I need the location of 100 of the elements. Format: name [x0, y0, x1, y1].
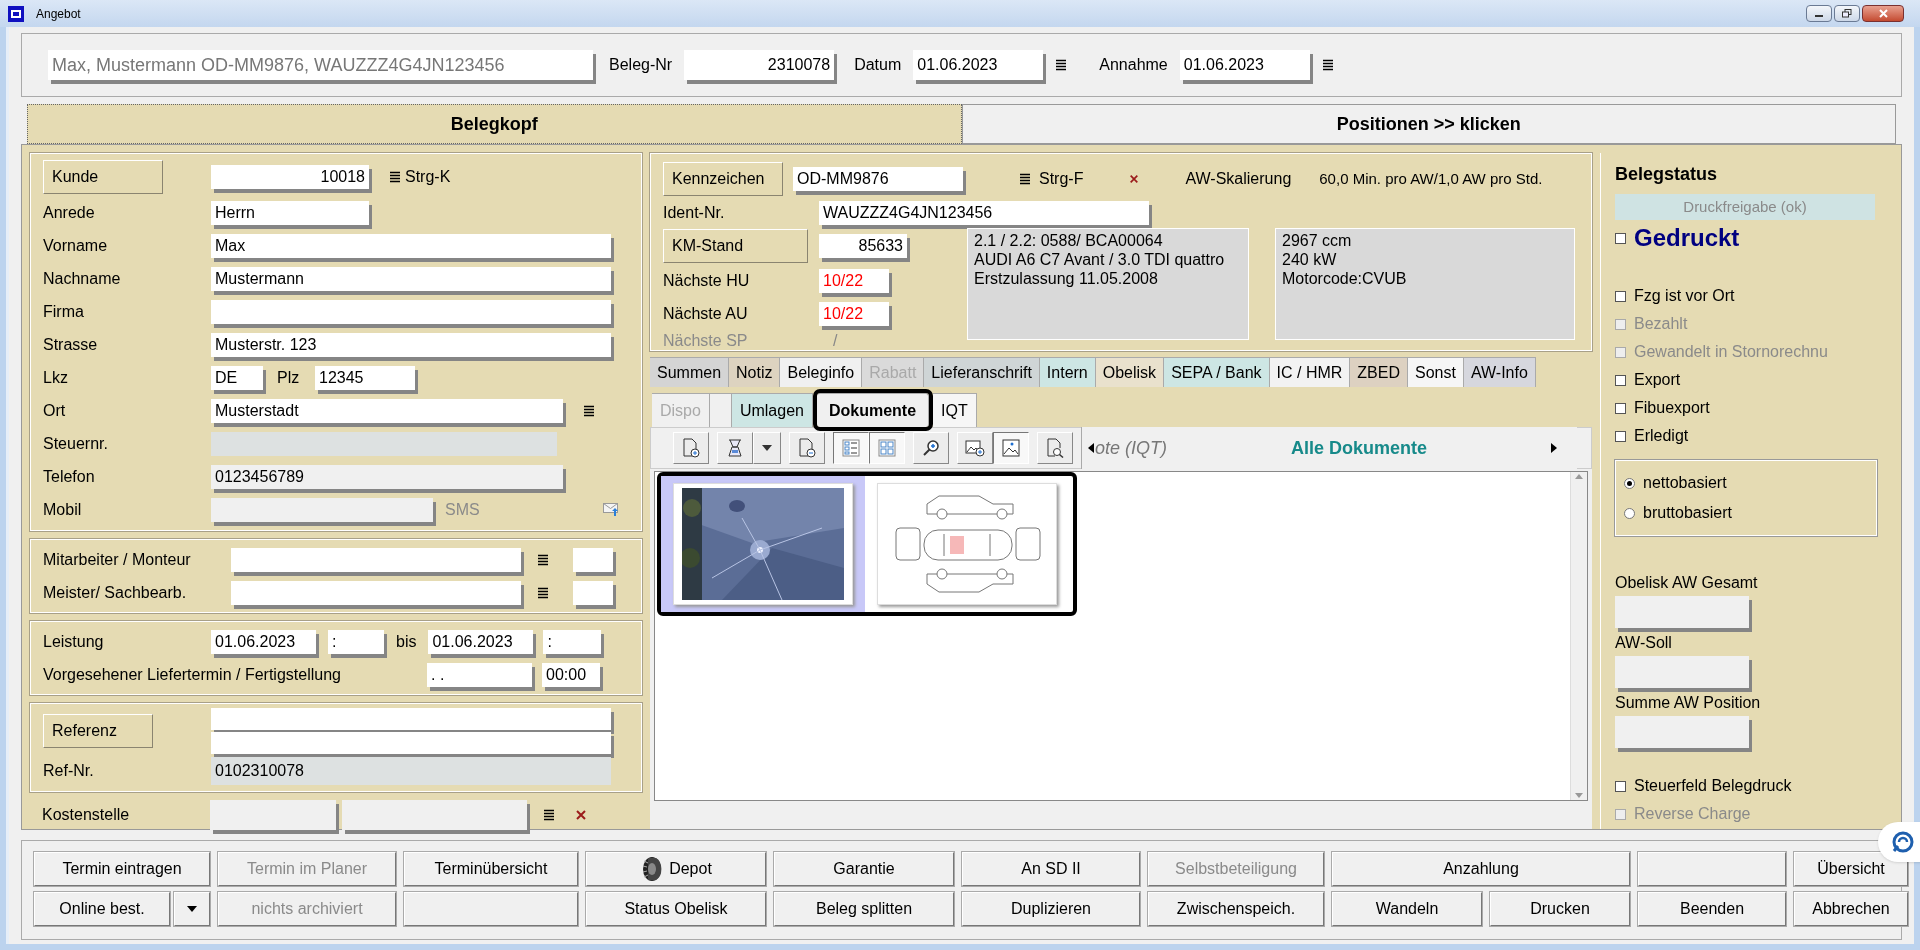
close-icon[interactable] [575, 809, 587, 821]
action-button[interactable]: Übersicht [1794, 852, 1908, 886]
checkbox[interactable] [1615, 290, 1626, 302]
checkbox-label: Fzg ist vor Ort [1634, 286, 1735, 306]
tab[interactable]: ZBED [1350, 357, 1408, 387]
restore-button[interactable] [1834, 5, 1860, 22]
chat-icon [1891, 830, 1915, 854]
field-label: Vorgesehener Liefertermin / Fertigstellung [43, 664, 342, 685]
field-label: Anrede [43, 202, 96, 223]
field-label: Steuernr. [43, 433, 109, 454]
action-button[interactable]: Depot [586, 852, 766, 886]
document-view-title: Alle Dokumente [1291, 436, 1427, 460]
previous-arrow-icon[interactable] [1088, 443, 1094, 453]
tab[interactable]: Sonst [1408, 357, 1464, 387]
field-label: Ident-Nr. [663, 203, 726, 223]
tab[interactable]: IC / HMR [1269, 357, 1351, 387]
field-label: Nächste SP [663, 331, 749, 351]
field-label: AW-Soll [1615, 633, 1673, 653]
list-icon[interactable] [537, 553, 549, 566]
tab[interactable]: IQT [933, 393, 977, 427]
tab[interactable]: SEPA / Bank [1164, 357, 1270, 387]
field-label: Vorname [43, 235, 109, 256]
close-button[interactable] [1862, 5, 1904, 22]
help-bubble[interactable] [1878, 822, 1920, 862]
add-page-icon [682, 438, 700, 458]
list-icon[interactable] [537, 586, 549, 599]
list-icon[interactable] [543, 809, 555, 821]
radio-button[interactable] [1624, 507, 1635, 519]
action-button[interactable]: Beleg splitten [774, 892, 954, 926]
field-label: Leistung [43, 631, 105, 652]
shortcut-label: Strg-K [405, 167, 451, 187]
tab[interactable]: Summen [650, 357, 730, 387]
field-label: Nächste HU [663, 270, 751, 291]
action-button[interactable]: Anzahlung [1332, 852, 1630, 886]
input-field[interactable]: 0102310078 [211, 756, 611, 785]
field-label: Beleg-Nr [609, 55, 673, 75]
action-button[interactable]: Termin eintragen [34, 852, 210, 886]
minimize-button[interactable] [1806, 5, 1832, 22]
status-title: Belegstatus [1615, 163, 1719, 186]
list-icon[interactable] [1321, 59, 1334, 71]
empty-button[interactable] [1638, 852, 1786, 886]
close-icon[interactable] [1129, 174, 1140, 184]
action-button[interactable]: Online best. [34, 892, 170, 926]
mail-icon[interactable] [603, 502, 619, 517]
label-button[interactable]: Kennzeichen [663, 162, 783, 196]
empty-button[interactable] [404, 892, 578, 926]
radio-label: nettobasiert [1643, 473, 1727, 493]
list-icon[interactable] [583, 404, 595, 417]
document-thumbnail[interactable] [661, 476, 865, 612]
tab[interactable]: Lieferanschrift [924, 357, 1040, 387]
action-button[interactable]: Terminübersicht [404, 852, 578, 886]
section-tab[interactable]: Positionen >> klicken [961, 104, 1896, 144]
action-button[interactable]: Duplizieren [962, 892, 1140, 926]
checkbox[interactable] [1615, 430, 1626, 442]
restore-icon [1842, 9, 1852, 18]
label-button[interactable]: Kunde [43, 160, 163, 194]
field-label: bis [396, 631, 417, 652]
field-label: Kostenstelle [42, 805, 131, 825]
checkbox[interactable] [1615, 780, 1626, 792]
dropdown-button[interactable] [174, 892, 210, 926]
list-icon[interactable] [1055, 59, 1068, 71]
input-field[interactable] [211, 431, 557, 456]
checkbox[interactable] [1615, 402, 1626, 414]
checkbox-label: Erledigt [1634, 426, 1689, 446]
action-button[interactable]: Status Obelisk [586, 892, 766, 926]
list-icon[interactable] [1019, 173, 1031, 185]
info-line: 2967 ccm [1282, 231, 1353, 250]
action-button[interactable]: Garantie [774, 852, 954, 886]
action-button[interactable]: Abbrechen [1794, 892, 1908, 926]
scanner-icon [726, 438, 744, 458]
list-icon[interactable] [389, 171, 401, 183]
scrollbar[interactable] [1570, 472, 1587, 800]
action-button[interactable]: Beenden [1638, 892, 1786, 926]
label-button[interactable]: Referenz [43, 714, 153, 748]
info-line: Motorcode:CVUB [1282, 269, 1408, 288]
scroll-up-icon[interactable] [1575, 474, 1583, 479]
field-label: Datum [854, 55, 902, 75]
next-arrow-icon[interactable] [1551, 443, 1557, 453]
radio-button[interactable] [1624, 477, 1635, 489]
tab[interactable]: Obelisk [1095, 357, 1165, 387]
section-tab[interactable]: Belegkopf [27, 104, 962, 144]
checkbox[interactable] [1615, 232, 1626, 244]
tab[interactable]: Notiz [729, 357, 781, 387]
field-label: Firma [43, 301, 85, 322]
field-label: Plz [277, 367, 301, 388]
action-button[interactable]: Drucken [1490, 892, 1630, 926]
scroll-down-icon[interactable] [1575, 793, 1583, 798]
tab[interactable]: Intern [1039, 357, 1096, 387]
label-button[interactable]: KM-Stand [663, 229, 808, 263]
checkbox[interactable] [1615, 374, 1626, 386]
field-label: Summe AW Position [1615, 693, 1762, 713]
field-label: Mobil [43, 499, 83, 520]
tab[interactable]: Umlagen [731, 393, 813, 427]
action-button[interactable]: Zwischenspeich. [1148, 892, 1324, 926]
info-line: 2.1 / 2.2: 0588/ BCA00064 [974, 231, 1164, 250]
action-button[interactable]: An SD II [962, 852, 1140, 886]
shortcut-label: Strg-F [1039, 169, 1084, 189]
tab[interactable]: AW-Info [1463, 357, 1536, 387]
action-button[interactable]: Wandeln [1332, 892, 1482, 926]
tab[interactable]: Beleginfo [780, 357, 863, 387]
